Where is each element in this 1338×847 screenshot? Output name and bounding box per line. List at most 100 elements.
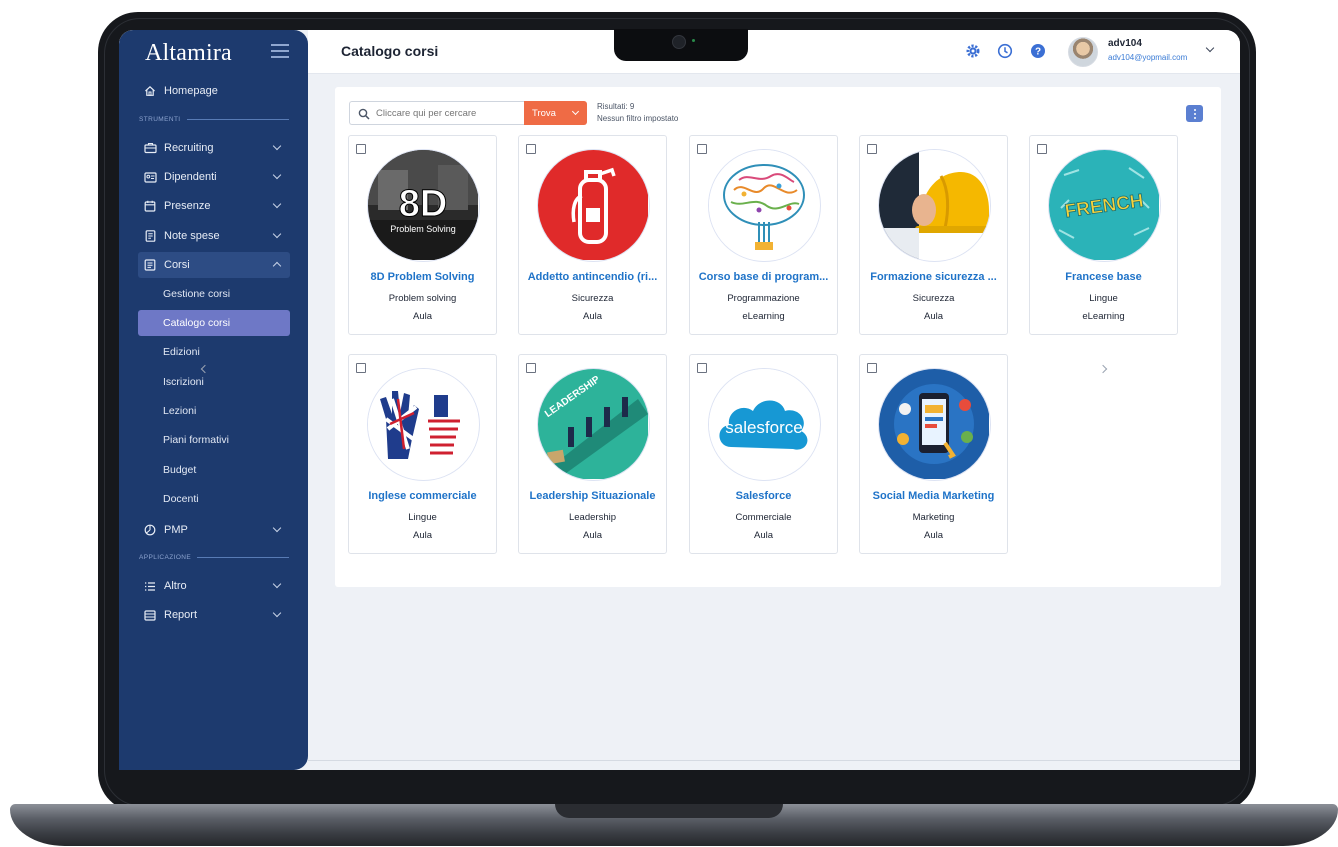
sidebar-item-homepage[interactable]: Homepage: [138, 78, 290, 104]
thumb-text: salesforce: [725, 418, 802, 437]
chevron-down-icon[interactable]: [571, 107, 580, 116]
course-title[interactable]: Corso base di program...: [690, 271, 837, 283]
sidebar-item-label: PMP: [164, 524, 188, 536]
course-title[interactable]: Inglese commerciale: [349, 490, 496, 502]
course-mode: Aula: [412, 530, 432, 541]
chevron-down-icon: [272, 523, 282, 533]
course-card[interactable]: salesforce Salesforce Commerciale Aula: [689, 354, 838, 554]
receipt-icon: [143, 229, 157, 243]
course-thumbnail[interactable]: [708, 149, 821, 262]
course-title[interactable]: 8D Problem Solving: [349, 271, 496, 283]
chevron-down-icon[interactable]: [1205, 43, 1215, 53]
screen: Altamira Homepage STRUMENTI Recruiting D…: [119, 30, 1240, 770]
search-field[interactable]: [349, 101, 524, 125]
avatar[interactable]: [1068, 37, 1098, 67]
catalog-panel: Trova Risultati: 9 Nessun filtro imposta…: [335, 87, 1221, 587]
course-thumbnail[interactable]: 8D Problem Solving: [367, 149, 480, 262]
course-card[interactable]: Addetto antincendio (ri... Sicurezza Aul…: [518, 135, 667, 335]
camera-icon: [672, 35, 686, 49]
chevron-down-icon: [272, 608, 282, 618]
course-thumbnail[interactable]: [878, 368, 991, 481]
help-icon[interactable]: ?: [1030, 43, 1046, 59]
hard-hat-icon: [879, 150, 989, 260]
course-title[interactable]: Social Media Marketing: [860, 490, 1007, 502]
sidebar-subitem-iscrizioni[interactable]: Iscrizioni: [138, 369, 290, 395]
select-checkbox[interactable]: [356, 144, 366, 154]
select-checkbox[interactable]: [867, 363, 877, 373]
sidebar-subitem-catalogo-corsi[interactable]: Catalogo corsi: [138, 310, 290, 336]
course-mode: Aula: [753, 530, 773, 541]
select-checkbox[interactable]: [526, 144, 536, 154]
course-mode: Aula: [582, 311, 602, 322]
course-category: Commerciale: [735, 512, 792, 523]
course-thumbnail[interactable]: [367, 368, 480, 481]
list-icon: [143, 579, 157, 593]
laptop-base-notch: [555, 804, 783, 818]
course-card[interactable]: Corso base di program... Programmazione …: [689, 135, 838, 335]
sidebar-subitem-lezioni[interactable]: Lezioni: [138, 398, 290, 424]
sidebar-item-pmp[interactable]: PMP: [138, 517, 290, 543]
sidebar-item-dipendenti[interactable]: Dipendenti: [138, 164, 290, 190]
sidebar-subitem-gestione-corsi[interactable]: Gestione corsi: [138, 281, 290, 307]
course-mode: eLearning: [742, 311, 785, 322]
book-icon: [143, 258, 157, 272]
clock-icon[interactable]: [997, 43, 1013, 59]
course-title[interactable]: Francese base: [1030, 271, 1177, 283]
course-thumbnail[interactable]: [878, 149, 991, 262]
course-card[interactable]: 8D Problem Solving 8D Problem Solving Pr…: [348, 135, 497, 335]
sidebar-item-note-spese[interactable]: Note spese: [138, 223, 290, 249]
select-checkbox[interactable]: [867, 144, 877, 154]
course-thumbnail[interactable]: LEADERSHIP: [537, 368, 650, 481]
course-thumbnail[interactable]: salesforce: [708, 368, 821, 481]
sidebar-item-label: Altro: [164, 580, 187, 592]
select-checkbox[interactable]: [526, 363, 536, 373]
course-category: Marketing: [912, 512, 955, 523]
chevron-down-icon: [272, 199, 282, 209]
sidebar-item-report[interactable]: Report: [138, 602, 290, 628]
course-category: Programmazione: [727, 293, 800, 304]
course-title[interactable]: Salesforce: [690, 490, 837, 502]
select-checkbox[interactable]: [697, 144, 707, 154]
filter-status: Nessun filtro impostato: [597, 114, 679, 123]
sidebar-subitem-docenti[interactable]: Docenti: [138, 486, 290, 512]
section-applicazione: APPLICAZIONE: [139, 554, 289, 561]
sidebar-item-altro[interactable]: Altro: [138, 573, 290, 599]
course-title[interactable]: Formazione sicurezza ...: [860, 271, 1007, 283]
course-card[interactable]: FRENCH Francese base Lingue eLearning: [1029, 135, 1178, 335]
course-title[interactable]: Leadership Situazionale: [519, 490, 666, 502]
sidebar-item-label: Dipendenti: [164, 171, 217, 183]
menu-toggle-icon[interactable]: [271, 44, 289, 58]
user-email: adv104@yopmail.com: [1108, 53, 1188, 62]
report-icon: [143, 608, 157, 622]
course-title[interactable]: Addetto antincendio (ri...: [519, 271, 666, 283]
svg-text:?: ?: [1035, 47, 1041, 58]
sidebar-item-recruiting[interactable]: Recruiting: [138, 135, 290, 161]
course-card[interactable]: Formazione sicurezza ... Sicurezza Aula: [859, 135, 1008, 335]
gear-icon[interactable]: [965, 43, 981, 59]
footer-divider: [308, 760, 1240, 761]
sidebar-item-presenze[interactable]: Presenze: [138, 193, 290, 219]
sidebar-subitem-edizioni[interactable]: Edizioni: [138, 339, 290, 365]
sidebar-item-corsi[interactable]: Corsi: [138, 252, 290, 278]
select-checkbox[interactable]: [697, 363, 707, 373]
fire-extinguisher-icon: [538, 150, 648, 260]
search-icon: [358, 107, 370, 120]
sidebar-subitem-piani-formativi[interactable]: Piani formativi: [138, 427, 290, 453]
course-card[interactable]: Inglese commerciale Lingue Aula: [348, 354, 497, 554]
course-thumbnail[interactable]: FRENCH: [1048, 149, 1161, 262]
camera-led: [692, 39, 695, 42]
trova-button[interactable]: Trova: [524, 101, 587, 125]
course-card[interactable]: LEADERSHIP Leadership Situazionale Leade…: [518, 354, 667, 554]
course-thumbnail[interactable]: [537, 149, 650, 262]
app-logo[interactable]: Altamira: [145, 40, 232, 67]
sidebar-item-label: Homepage: [164, 85, 218, 97]
sidebar-subitem-budget[interactable]: Budget: [138, 457, 290, 483]
user-name[interactable]: adv104: [1108, 38, 1142, 49]
course-card[interactable]: Social Media Marketing Marketing Aula: [859, 354, 1008, 554]
more-options-icon[interactable]: [1186, 105, 1203, 122]
search-input[interactable]: [376, 107, 516, 119]
sidebar-item-label: Corsi: [164, 259, 190, 271]
select-checkbox[interactable]: [1037, 144, 1047, 154]
sidebar-item-label: Report: [164, 609, 198, 621]
select-checkbox[interactable]: [356, 363, 366, 373]
